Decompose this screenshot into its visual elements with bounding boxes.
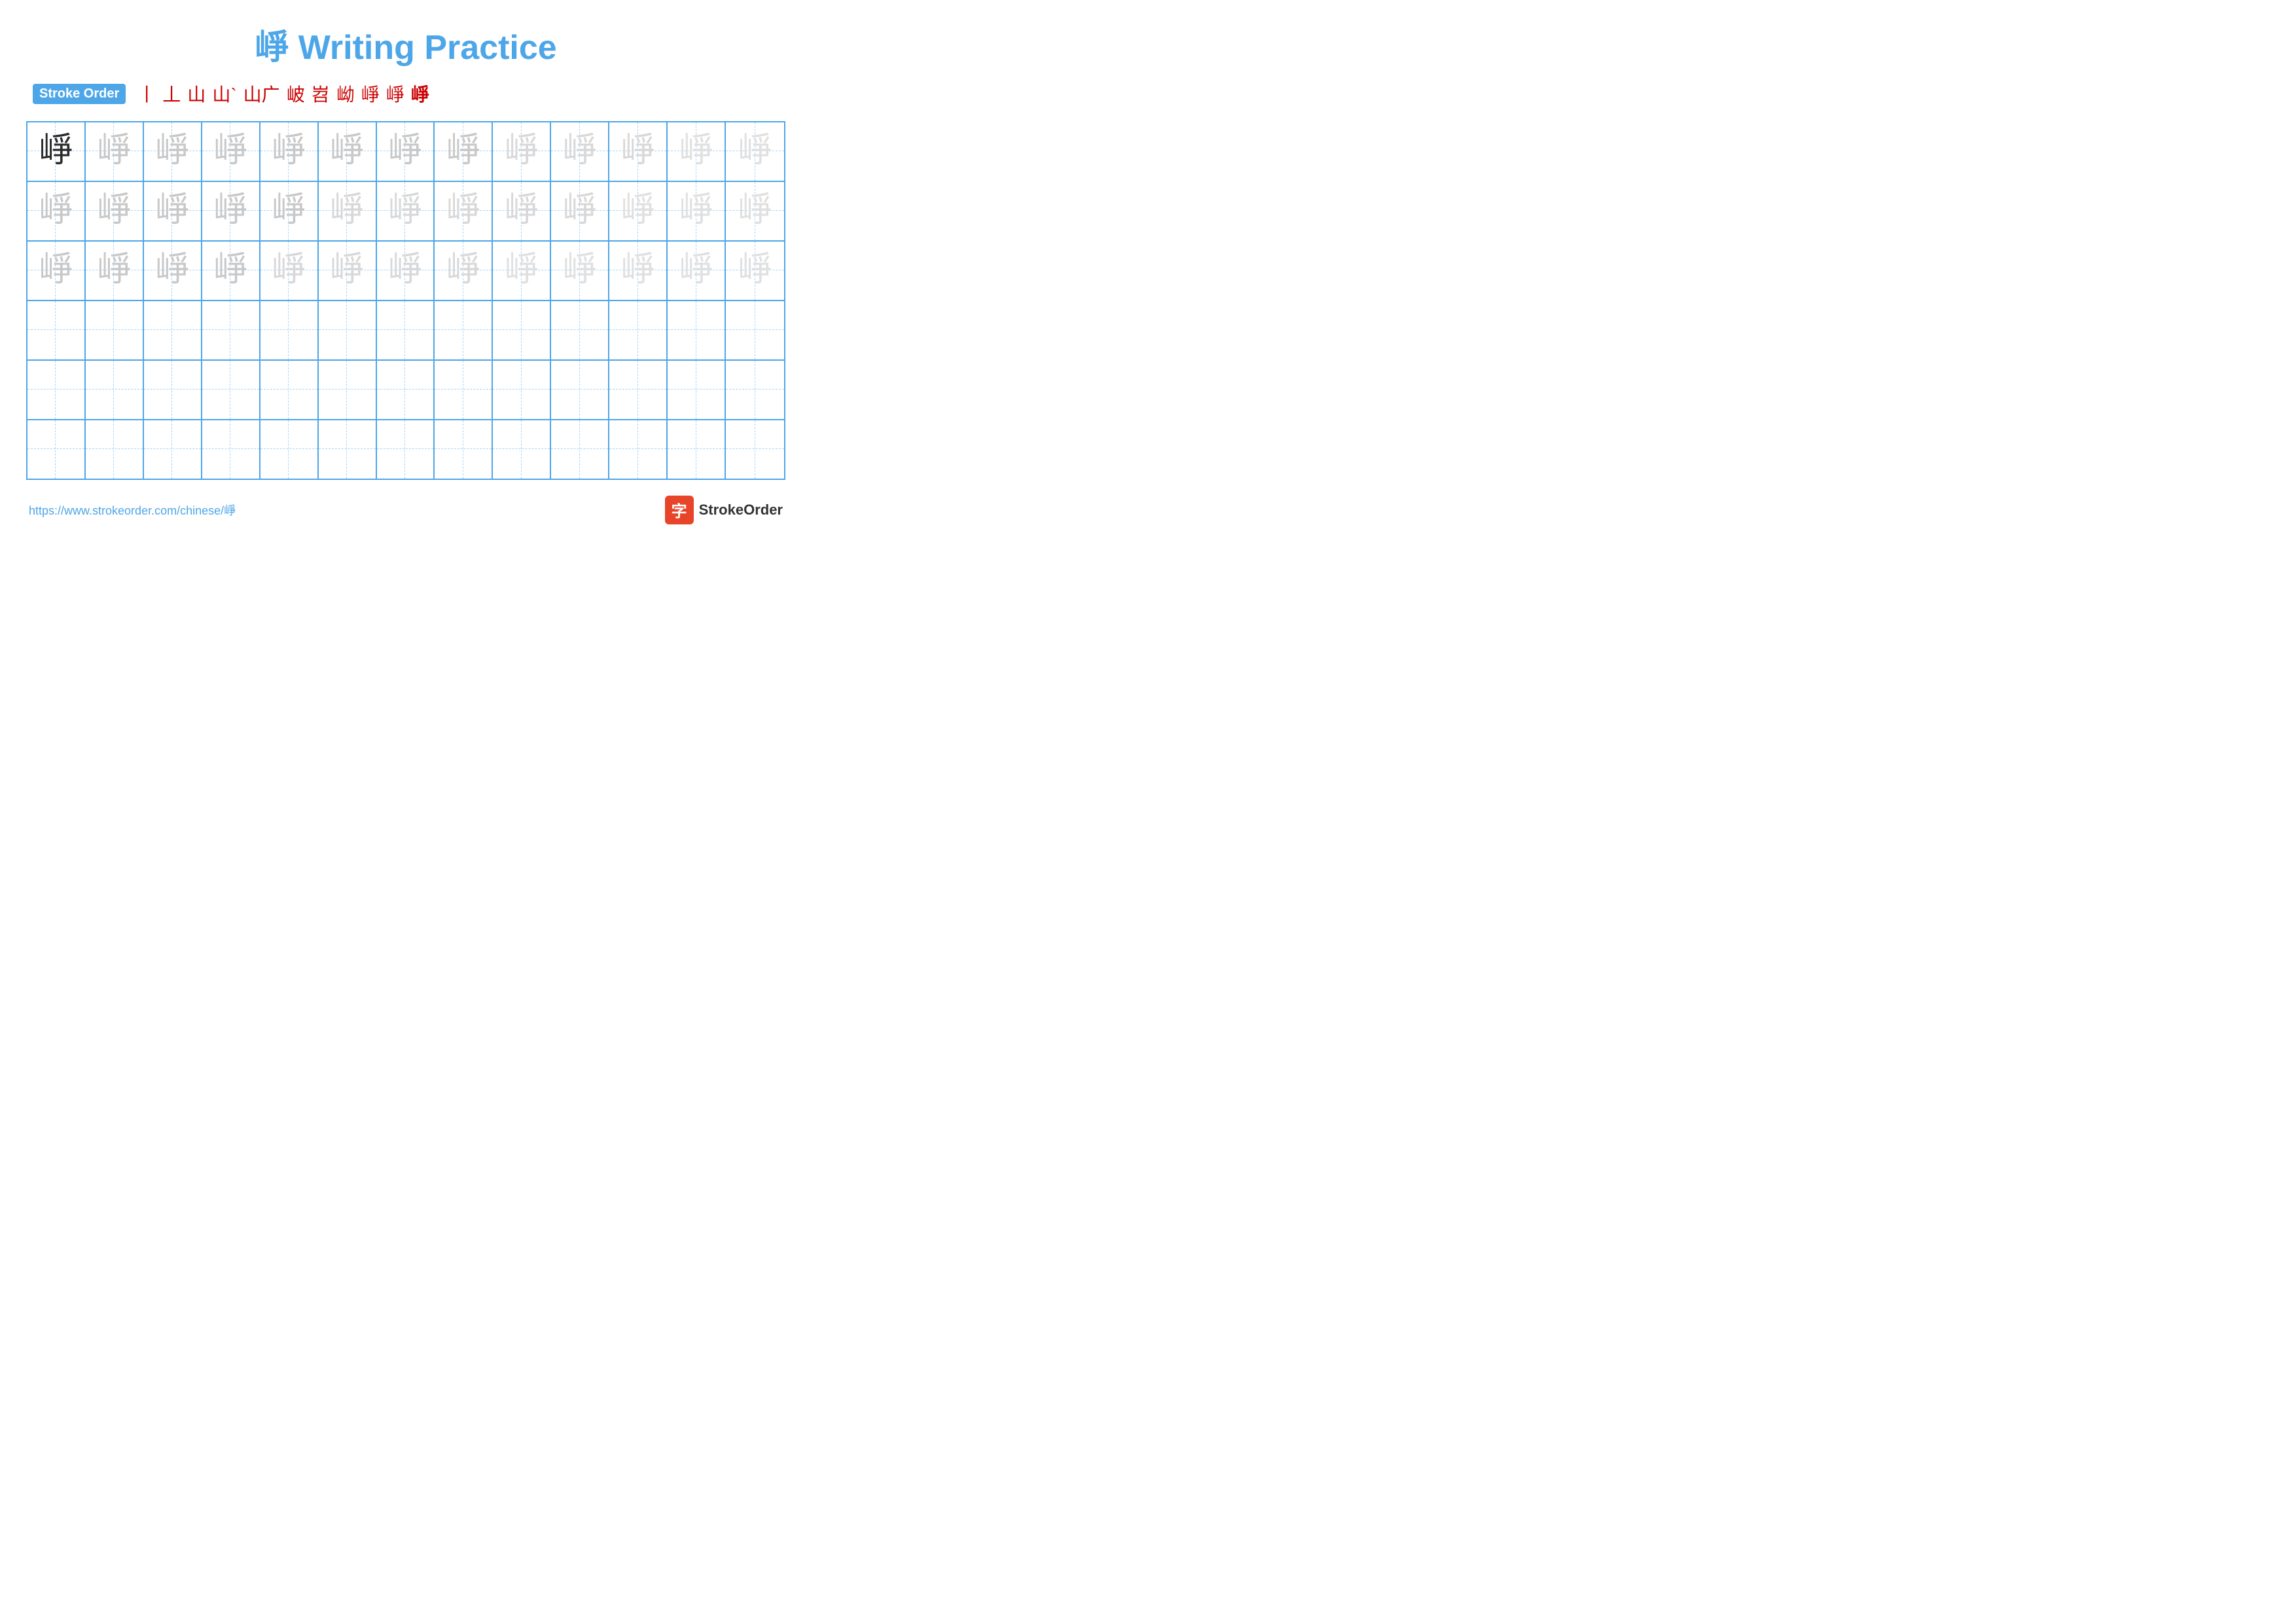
grid-cell[interactable] [726,420,784,479]
grid-row-empty [27,420,784,479]
practice-grid: 崢 崢 崢 崢 崢 崢 崢 崢 崢 崢 崢 崢 崢 崢 崢 崢 崢 崢 崢 崢 … [26,121,785,480]
grid-cell[interactable] [551,361,609,419]
grid-cell[interactable] [202,301,260,359]
grid-cell[interactable] [27,420,86,479]
grid-cell[interactable]: 崢 [202,182,260,240]
grid-cell[interactable]: 崢 [319,242,377,300]
grid-cell[interactable] [435,301,493,359]
grid-cell[interactable]: 崢 [609,242,668,300]
grid-cell[interactable]: 崢 [27,242,86,300]
grid-row: 崢 崢 崢 崢 崢 崢 崢 崢 崢 崢 崢 崢 崢 [27,122,784,182]
grid-cell[interactable] [319,361,377,419]
grid-cell[interactable] [435,361,493,419]
grid-cell[interactable] [435,420,493,479]
grid-cell[interactable] [202,420,260,479]
grid-cell[interactable] [319,301,377,359]
grid-cell[interactable] [144,420,202,479]
grid-cell[interactable]: 崢 [27,122,86,181]
grid-cell[interactable] [609,301,668,359]
grid-row-empty [27,301,784,361]
grid-cell[interactable] [493,301,551,359]
grid-cell[interactable] [493,420,551,479]
grid-cell[interactable] [609,361,668,419]
footer-logo: 字 StrokeOrder [665,496,783,524]
grid-cell[interactable]: 崢 [144,122,202,181]
grid-cell[interactable] [668,301,726,359]
grid-cell[interactable]: 崢 [86,242,144,300]
grid-cell[interactable] [86,361,144,419]
grid-cell[interactable] [27,301,86,359]
grid-cell[interactable] [260,361,319,419]
grid-cell[interactable] [202,361,260,419]
grid-cell[interactable] [551,420,609,479]
grid-cell[interactable]: 崢 [551,182,609,240]
grid-cell[interactable]: 崢 [668,242,726,300]
grid-cell[interactable]: 崢 [609,182,668,240]
grid-cell[interactable] [27,361,86,419]
grid-cell[interactable]: 崢 [435,182,493,240]
grid-cell[interactable]: 崢 [144,182,202,240]
grid-cell[interactable]: 崢 [27,182,86,240]
grid-cell[interactable]: 崢 [377,242,435,300]
page-title: 崢 Writing Practice [26,20,785,69]
stroke-chars: 丨 丄 山 山` 山广 岥 岧 岰 崢 崢 崢 [137,81,429,107]
grid-cell[interactable] [260,301,319,359]
grid-cell[interactable]: 崢 [668,122,726,181]
grid-cell[interactable]: 崢 [202,242,260,300]
grid-cell[interactable]: 崢 [726,242,784,300]
stroke-order-badge: Stroke Order [33,84,126,104]
grid-cell[interactable]: 崢 [493,122,551,181]
grid-cell[interactable] [668,361,726,419]
grid-row: 崢 崢 崢 崢 崢 崢 崢 崢 崢 崢 崢 崢 崢 [27,242,784,301]
grid-row: 崢 崢 崢 崢 崢 崢 崢 崢 崢 崢 崢 崢 崢 [27,182,784,242]
grid-cell[interactable]: 崢 [260,242,319,300]
grid-cell[interactable] [86,301,144,359]
grid-cell[interactable]: 崢 [202,122,260,181]
grid-cell[interactable] [377,361,435,419]
footer: https://www.strokeorder.com/chinese/崢 字 … [26,496,785,524]
grid-cell[interactable]: 崢 [319,182,377,240]
grid-cell[interactable] [86,420,144,479]
grid-cell[interactable]: 崢 [435,122,493,181]
grid-cell[interactable]: 崢 [726,122,784,181]
grid-cell[interactable] [493,361,551,419]
grid-cell[interactable]: 崢 [551,242,609,300]
grid-cell[interactable]: 崢 [86,122,144,181]
grid-cell[interactable] [377,420,435,479]
grid-cell[interactable]: 崢 [493,242,551,300]
logo-icon: 字 [665,496,694,524]
grid-cell[interactable]: 崢 [260,182,319,240]
grid-cell[interactable] [609,420,668,479]
grid-cell[interactable]: 崢 [726,182,784,240]
grid-cell[interactable]: 崢 [668,182,726,240]
grid-cell[interactable]: 崢 [319,122,377,181]
stroke-order-row: Stroke Order 丨 丄 山 山` 山广 岥 岧 岰 崢 崢 崢 [33,81,785,107]
footer-url[interactable]: https://www.strokeorder.com/chinese/崢 [29,501,236,519]
grid-cell[interactable] [377,301,435,359]
grid-cell[interactable]: 崢 [435,242,493,300]
grid-cell[interactable]: 崢 [377,182,435,240]
grid-cell[interactable] [726,301,784,359]
grid-row-empty [27,361,784,420]
grid-cell[interactable] [551,301,609,359]
grid-cell[interactable]: 崢 [551,122,609,181]
grid-cell[interactable]: 崢 [609,122,668,181]
grid-cell[interactable]: 崢 [144,242,202,300]
logo-text: StrokeOrder [699,501,783,519]
grid-cell[interactable]: 崢 [260,122,319,181]
grid-cell[interactable] [260,420,319,479]
grid-cell[interactable] [144,301,202,359]
grid-cell[interactable] [668,420,726,479]
grid-cell[interactable]: 崢 [86,182,144,240]
grid-cell[interactable]: 崢 [493,182,551,240]
grid-cell[interactable] [726,361,784,419]
grid-cell[interactable]: 崢 [377,122,435,181]
grid-cell[interactable] [144,361,202,419]
grid-cell[interactable] [319,420,377,479]
